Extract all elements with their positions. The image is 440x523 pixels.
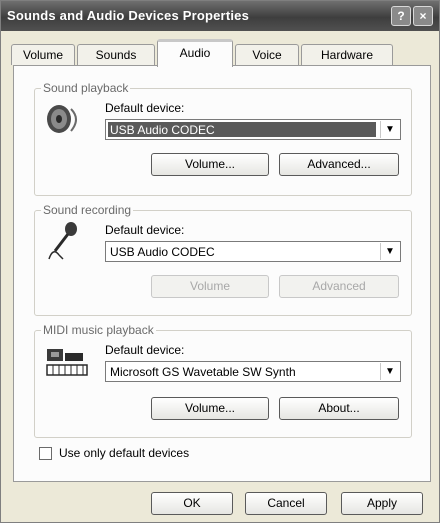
sound-playback-group: Sound playback Default device: USB Audio…: [34, 81, 412, 196]
chevron-down-icon[interactable]: ▼: [380, 363, 399, 380]
tab-hardware[interactable]: Hardware: [301, 44, 393, 65]
title-bar[interactable]: Sounds and Audio Devices Properties ? ×: [1, 1, 439, 31]
midi-device-select[interactable]: Microsoft GS Wavetable SW Synth ▼: [105, 361, 401, 382]
window-title: Sounds and Audio Devices Properties: [7, 8, 250, 23]
recording-device-value: USB Audio CODEC: [110, 245, 215, 259]
midi-device-value: Microsoft GS Wavetable SW Synth: [110, 365, 296, 379]
recording-advanced-button[interactable]: Advanced: [279, 275, 399, 298]
playback-default-device-label: Default device:: [105, 101, 185, 115]
sound-playback-label: Sound playback: [41, 81, 131, 95]
recording-default-device-label: Default device:: [105, 223, 185, 237]
close-button[interactable]: ×: [413, 6, 433, 26]
apply-button[interactable]: Apply: [341, 492, 423, 515]
tab-voice[interactable]: Voice: [235, 44, 299, 65]
tab-volume[interactable]: Volume: [11, 44, 75, 65]
audio-tab-panel: Sound playback Default device: USB Audio…: [13, 65, 431, 482]
sound-recording-group: Sound recording Default device: USB Audi…: [34, 203, 412, 316]
playback-volume-button[interactable]: Volume...: [151, 153, 269, 176]
midi-playback-group: MIDI music playback Default device: Micr…: [34, 323, 412, 438]
ok-button[interactable]: OK: [151, 492, 233, 515]
playback-advanced-button[interactable]: Advanced...: [279, 153, 399, 176]
chevron-down-icon[interactable]: ▼: [380, 243, 399, 260]
microphone-icon: [48, 222, 77, 260]
playback-device-select[interactable]: USB Audio CODEC ▼: [105, 119, 401, 140]
properties-dialog: Sounds and Audio Devices Properties ? × …: [0, 0, 440, 523]
recording-volume-button[interactable]: Volume: [151, 275, 269, 298]
midi-playback-label: MIDI music playback: [41, 323, 156, 337]
tab-sounds[interactable]: Sounds: [77, 44, 155, 65]
recording-device-select[interactable]: USB Audio CODEC ▼: [105, 241, 401, 262]
midi-about-button[interactable]: About...: [279, 397, 399, 420]
midi-keyboard-icon: [46, 349, 88, 376]
use-default-devices-checkbox[interactable]: [39, 447, 52, 460]
chevron-down-icon[interactable]: ▼: [380, 121, 399, 138]
tab-audio[interactable]: Audio: [157, 39, 233, 67]
help-button[interactable]: ?: [391, 6, 411, 26]
tab-strip: Volume Sounds Audio Voice Hardware: [11, 39, 431, 67]
cancel-button[interactable]: Cancel: [245, 492, 327, 515]
speaker-icon: [47, 105, 77, 133]
use-default-devices-label[interactable]: Use only default devices: [59, 446, 189, 460]
midi-default-device-label: Default device:: [105, 343, 185, 357]
sound-recording-label: Sound recording: [41, 203, 134, 217]
midi-volume-button[interactable]: Volume...: [151, 397, 269, 420]
playback-device-value: USB Audio CODEC: [110, 123, 215, 137]
